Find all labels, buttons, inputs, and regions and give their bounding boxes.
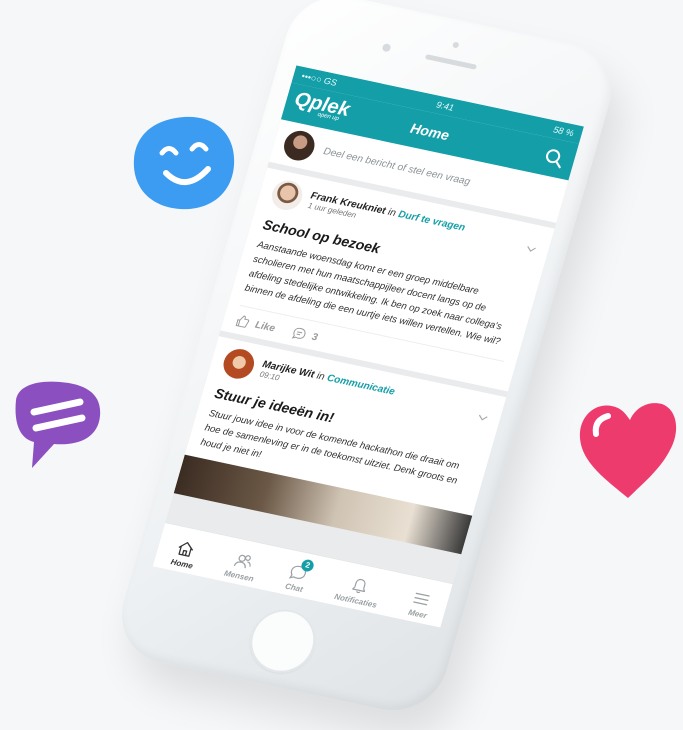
app-logo[interactable]: Qplek open up (291, 88, 352, 124)
tab-chat[interactable]: 2 Chat (284, 558, 316, 594)
tab-label: Notificaties (333, 592, 378, 610)
thumbs-up-icon (235, 315, 250, 328)
phone-home-button[interactable] (242, 603, 323, 679)
battery-level: 58 % (552, 124, 575, 139)
phone-body: •••○○ GS 9:41 58 % Qplek open up Home De… (109, 0, 624, 720)
phone-mockup: •••○○ GS 9:41 58 % Qplek open up Home De… (107, 0, 624, 730)
in-label: in (315, 370, 326, 383)
tab-label: Meer (407, 607, 428, 621)
comments-button[interactable]: 3 (291, 326, 320, 345)
page-title: Home (408, 119, 452, 144)
comment-count: 3 (310, 331, 319, 343)
bell-icon (352, 578, 366, 594)
in-label: in (386, 206, 398, 220)
search-icon[interactable] (542, 146, 567, 169)
tab-label: Chat (284, 581, 304, 594)
clock: 9:41 (435, 99, 456, 113)
tab-label: Mensen (223, 568, 255, 584)
chat-bubble-sticker-icon (15, 381, 101, 468)
people-icon (233, 554, 251, 569)
author-avatar[interactable] (219, 346, 258, 382)
current-user-avatar (280, 128, 319, 164)
comment-icon (291, 327, 306, 339)
tab-home[interactable]: Home (170, 538, 200, 571)
front-sensor (452, 41, 460, 49)
earpiece-speaker (424, 54, 478, 70)
tab-more[interactable]: Meer (407, 588, 433, 620)
chevron-down-icon[interactable] (525, 243, 538, 255)
like-button[interactable]: Like (234, 314, 277, 336)
tab-people[interactable]: Mensen (223, 549, 260, 583)
front-camera (381, 43, 392, 53)
author-avatar[interactable] (268, 177, 306, 213)
like-label: Like (253, 319, 277, 334)
chevron-down-icon[interactable] (476, 412, 489, 424)
smiley-sticker-icon (133, 116, 235, 210)
menu-icon (413, 592, 431, 606)
heart-sticker-icon (579, 403, 677, 498)
home-icon (178, 542, 194, 557)
tab-notifications[interactable]: Notificaties (333, 573, 383, 610)
